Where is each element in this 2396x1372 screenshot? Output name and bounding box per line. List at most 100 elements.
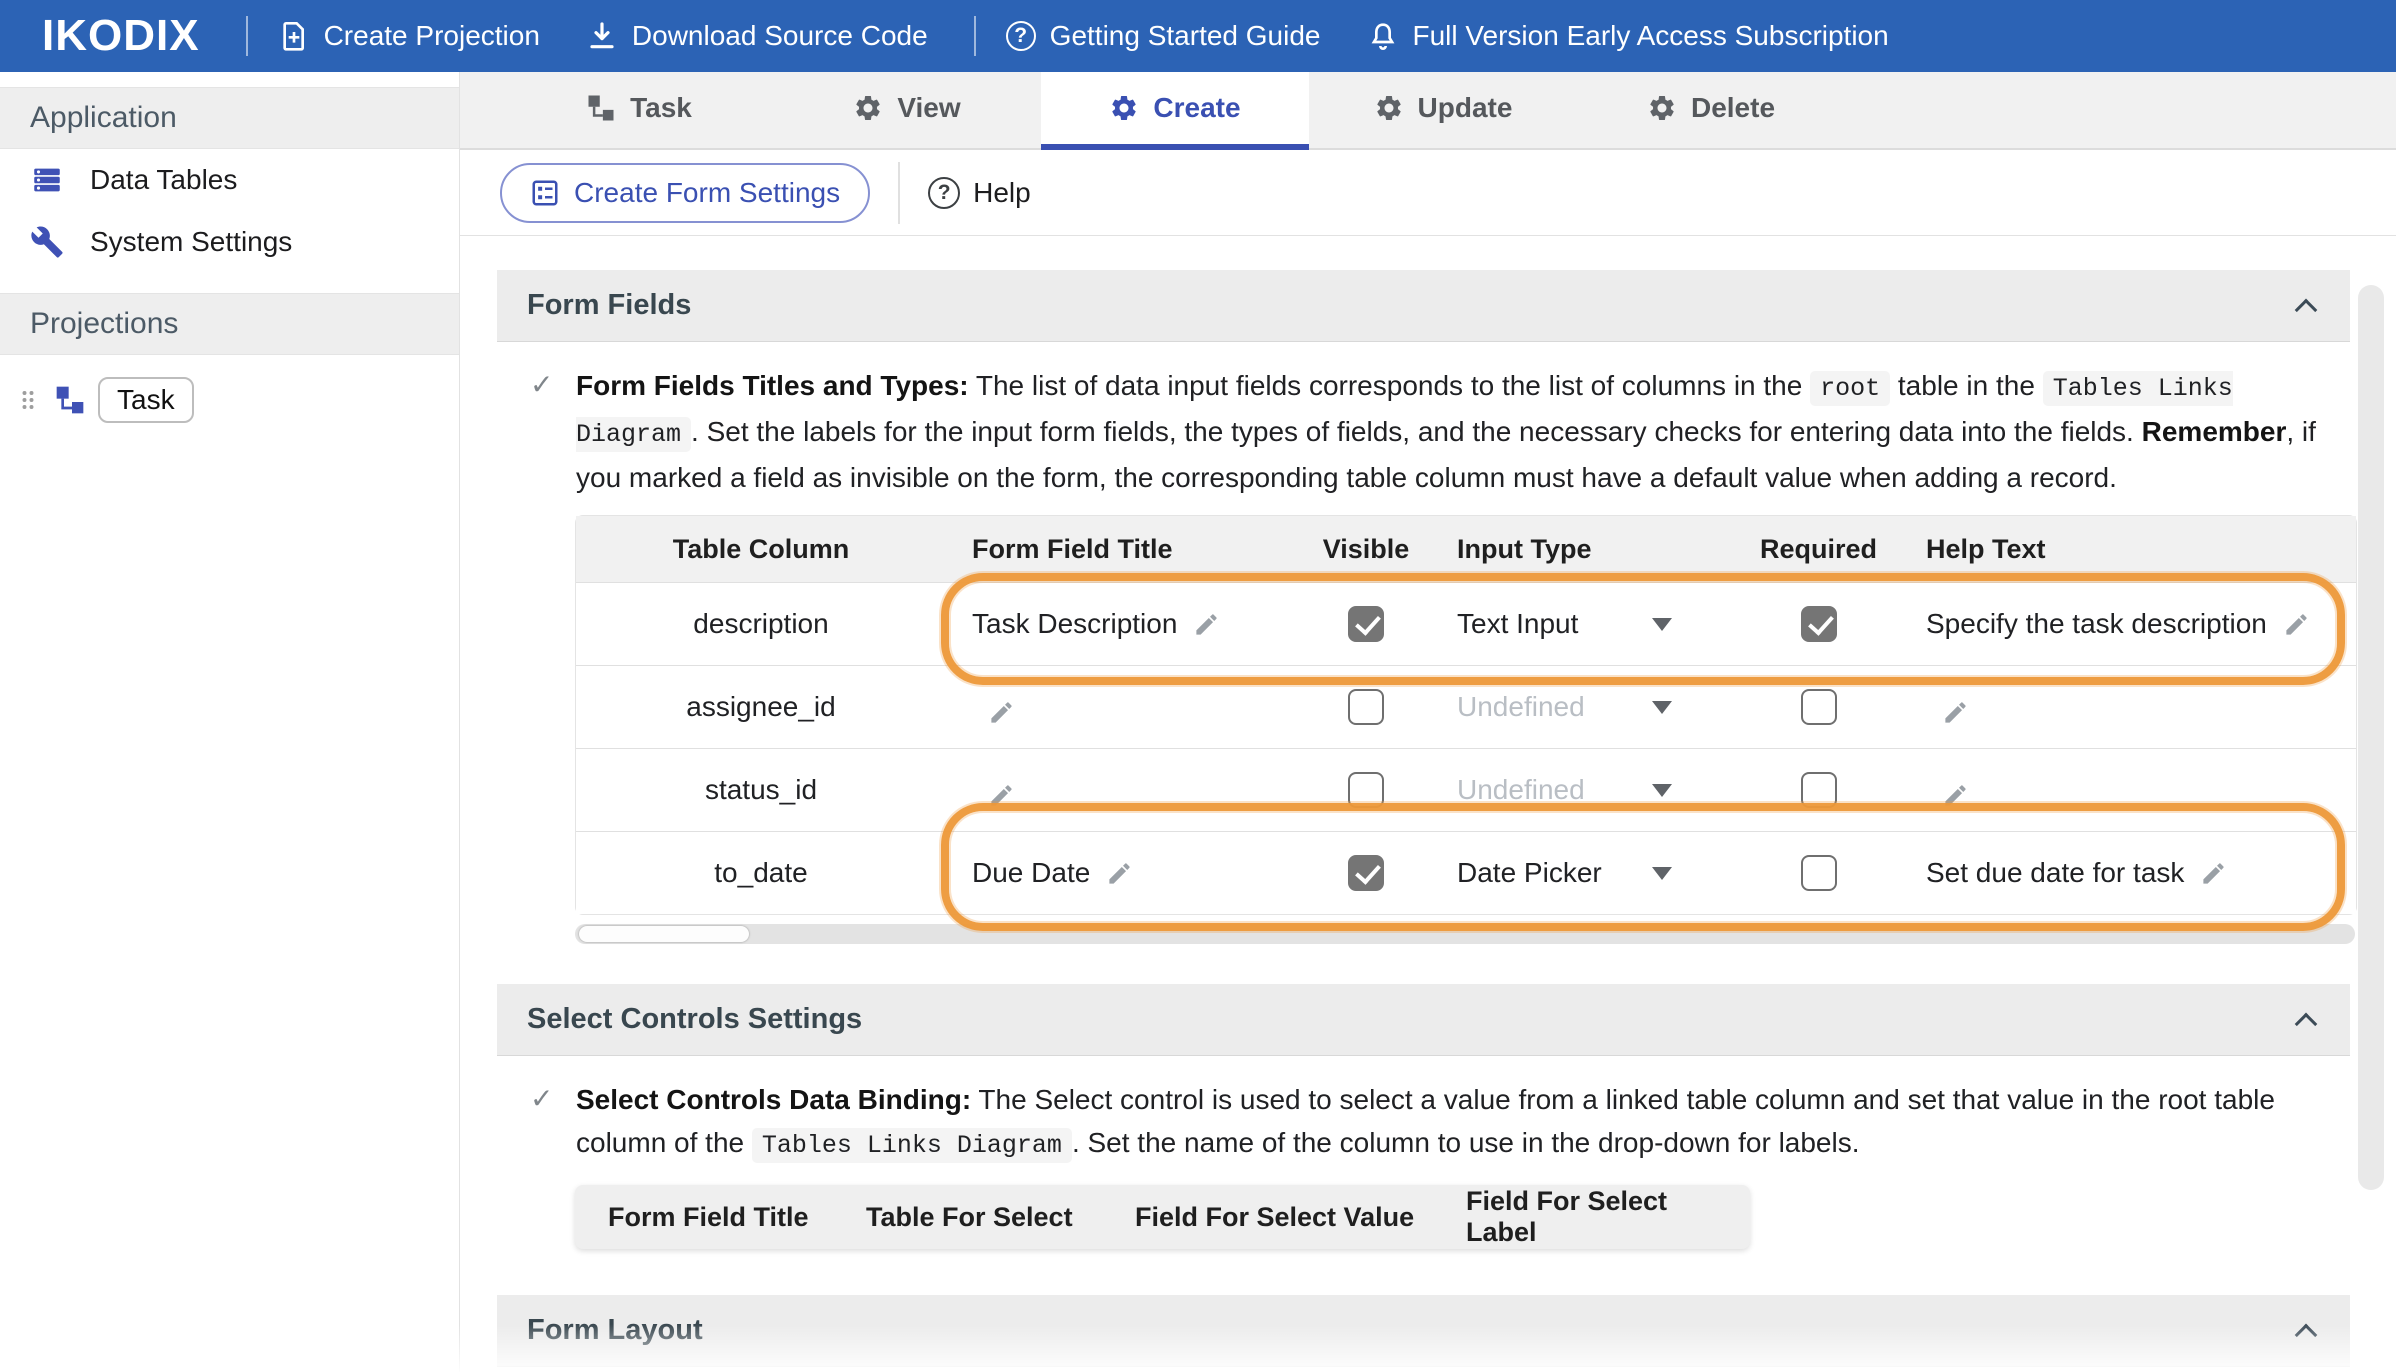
chevron-up-icon[interactable] [2294,1321,2320,1341]
help-circle-icon: ? [1006,21,1036,51]
app-logo[interactable]: IKODIX [42,11,200,61]
sidebar-item-data-tables[interactable]: Data Tables [0,149,459,211]
horizontal-scrollbar-thumb[interactable] [579,926,749,942]
cell-table-column: assignee_id [576,665,946,748]
create-projection-button[interactable]: Create Projection [278,20,540,52]
caret-down-icon [1652,867,1672,880]
edit-pencil-icon[interactable] [2283,611,2310,638]
form-fields-panel: Form Fields ✓ Form Fields Titles and Typ… [497,270,2350,944]
full-version-subscription-label: Full Version Early Access Subscription [1413,20,1889,52]
code-root: root [1810,371,1890,406]
help-text-value: Set due date for task [1926,857,2184,889]
form-fields-table-zone: Table Column Form Field Title Visible In… [575,515,2355,944]
horizontal-scrollbar[interactable] [575,924,2355,944]
document-plus-icon [278,20,310,52]
help-circle-icon: ? [928,177,960,209]
table-row-to-date: to_date Due Date Date Picker Set due dat… [576,831,2356,914]
required-checkbox[interactable] [1801,855,1837,891]
create-tab-toolbar: Create Form Settings ? Help [460,150,2396,236]
tab-delete[interactable]: Delete [1577,72,1845,150]
header-field-for-select-label: Field For Select Label [1433,1186,1717,1248]
caret-down-icon [1652,784,1672,797]
chevron-up-icon[interactable] [2294,296,2320,316]
tab-view[interactable]: View [773,72,1041,150]
edit-pencil-icon[interactable] [1106,860,1133,887]
edit-pencil-icon[interactable] [1942,699,1969,726]
top-navigation-bar: IKODIX Create Projection Download Source… [0,0,2396,72]
form-fields-title: Form Fields [527,289,691,322]
select-controls-panel-header[interactable]: Select Controls Settings [497,984,2350,1056]
form-layout-panel: Form Layout ✓ Form Fields Order: Reorder… [497,1295,2350,1372]
tab-update-label: Update [1418,92,1513,124]
getting-started-guide-button[interactable]: ? Getting Started Guide [1006,20,1321,52]
main-area: Task View Create Update Delete Cre [460,72,2396,1372]
visible-checkbox[interactable] [1348,606,1384,642]
code-tables-links-diagram: Tables Links Diagram [752,1128,1072,1163]
chevron-up-icon[interactable] [2294,1010,2320,1030]
gear-icon [853,93,883,123]
cell-table-column: status_id [576,748,946,831]
visible-checkbox[interactable] [1348,772,1384,808]
tab-delete-label: Delete [1691,92,1775,124]
vertical-scrollbar[interactable] [2358,285,2384,1190]
form-layout-panel-header[interactable]: Form Layout [497,1295,2350,1367]
required-checkbox[interactable] [1801,772,1837,808]
input-type-select[interactable]: Undefined [1457,774,1672,806]
tab-create-label: Create [1153,92,1240,124]
header-help-text: Help Text [1896,516,2356,582]
edit-pencil-icon[interactable] [988,782,1015,809]
download-source-code-button[interactable]: Download Source Code [586,20,928,52]
header-input-type: Input Type [1431,516,1741,582]
tab-update[interactable]: Update [1309,72,1577,150]
gear-icon [1109,93,1139,123]
required-checkbox[interactable] [1801,689,1837,725]
projections-section-title: Projections [30,307,178,341]
form-fields-panel-header[interactable]: Form Fields [497,270,2350,342]
input-type-select[interactable]: Text Input [1457,608,1672,640]
select-controls-note: ✓ Select Controls Data Binding: The Sele… [497,1078,2350,1167]
topbar-menu: Create Projection Download Source Code ?… [278,16,1935,56]
data-tables-icon [30,163,64,197]
tab-task-label: Task [630,92,692,124]
form-field-title-value: Task Description [972,608,1177,640]
toolbar-divider [898,162,900,224]
topbar-divider [974,16,976,56]
data-tables-label: Data Tables [90,164,237,196]
caret-down-icon [1652,618,1672,631]
create-form-settings-button[interactable]: Create Form Settings [500,163,870,223]
full-version-subscription-button[interactable]: Full Version Early Access Subscription [1367,20,1889,52]
projection-icon [54,384,86,416]
projection-task-row: Task [0,377,459,423]
input-type-select[interactable]: Date Picker [1457,857,1672,889]
form-fields-note-text: Form Fields Titles and Types: The list o… [576,364,2316,499]
edit-pencil-icon[interactable] [1942,782,1969,809]
form-layout-title: Form Layout [527,1314,703,1347]
getting-started-guide-label: Getting Started Guide [1050,20,1321,52]
header-field-for-select-value: Field For Select Value [1102,1202,1433,1233]
select-controls-panel: Select Controls Settings ✓ Select Contro… [497,984,2350,1249]
form-settings-icon [530,178,560,208]
input-type-select[interactable]: Undefined [1457,691,1672,723]
help-label: Help [973,177,1031,209]
required-checkbox[interactable] [1801,606,1837,642]
sidebar-item-system-settings[interactable]: System Settings [0,211,459,273]
visible-checkbox[interactable] [1348,689,1384,725]
edit-pencil-icon[interactable] [1193,611,1220,638]
drag-handle-icon[interactable] [14,386,42,414]
tab-create[interactable]: Create [1041,72,1309,150]
projection-task-chip[interactable]: Task [98,377,194,423]
tab-task[interactable]: Task [505,72,773,150]
edit-pencil-icon[interactable] [988,699,1015,726]
sidebar-section-projections: Projections [0,293,459,355]
application-section-title: Application [30,101,177,135]
help-button[interactable]: ? Help [928,177,1031,209]
create-projection-label: Create Projection [324,20,540,52]
visible-checkbox[interactable] [1348,855,1384,891]
bell-icon [1367,20,1399,52]
edit-pencil-icon[interactable] [2200,860,2227,887]
header-form-field-title: Form Field Title [575,1202,833,1233]
header-form-field-title: Form Field Title [946,516,1301,582]
gear-icon [1647,93,1677,123]
select-controls-title: Select Controls Settings [527,1003,862,1036]
table-row-status-id: status_id Undefined [576,748,2356,831]
